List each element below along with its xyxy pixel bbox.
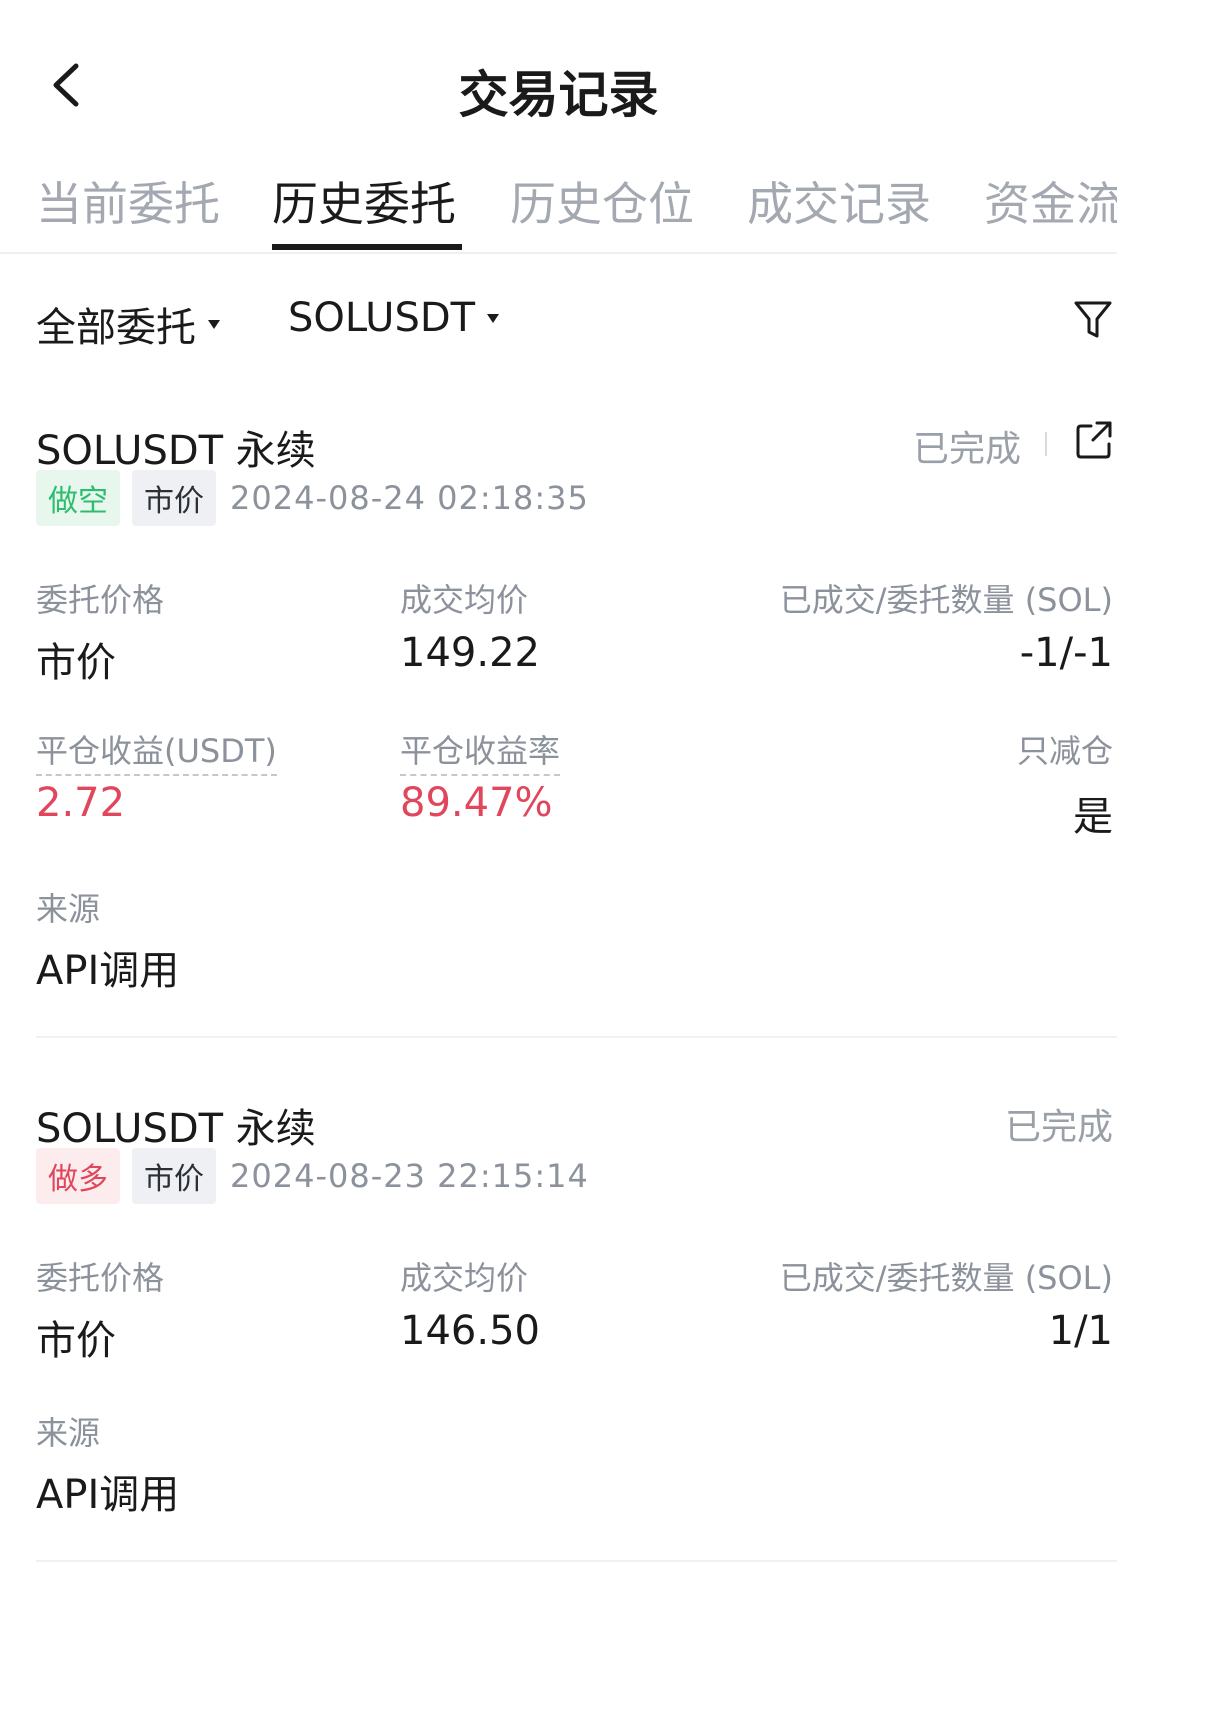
- symbol-filter[interactable]: SOLUSDT: [288, 295, 500, 341]
- filled-qty-label: 已成交/委托数量 (SOL): [779, 1259, 1113, 1297]
- side-badge: 做空: [36, 470, 120, 526]
- tab-bar: 当前委托 历史委托 历史仓位 成交记录 资金流: [0, 160, 1117, 254]
- order-time: 2024-08-24 02:18:35: [230, 479, 589, 517]
- card-divider: [36, 1036, 1117, 1038]
- filled-qty-value: -1/-1: [1019, 630, 1113, 676]
- avg-price-value: 149.22: [400, 630, 540, 676]
- app-header: 交易记录: [0, 0, 1117, 165]
- pnl-rate-value: 89.47%: [400, 780, 553, 826]
- page-title: 交易记录: [458, 66, 659, 124]
- order-symbol-title: SOLUSDT 永续: [36, 1106, 316, 1152]
- tab-funding-flow[interactable]: 资金流: [984, 168, 1117, 234]
- symbol-filter-label: SOLUSDT: [288, 295, 476, 341]
- source-value: API调用: [36, 948, 180, 994]
- order-status: 已完成: [912, 429, 1021, 470]
- order-type-badge: 市价: [132, 470, 216, 526]
- status-divider: [1045, 432, 1047, 456]
- reduce-only-label: 只减仓: [1016, 732, 1113, 770]
- tab-trade-history[interactable]: 成交记录: [747, 168, 931, 234]
- pnl-label[interactable]: 平仓收益(USDT): [36, 726, 277, 776]
- tab-order-history[interactable]: 历史委托: [272, 168, 456, 234]
- caret-down-icon: [487, 313, 500, 323]
- pnl-value: 2.72: [36, 780, 126, 826]
- pnl-rate-label[interactable]: 平仓收益率: [400, 726, 561, 776]
- card-divider: [36, 1560, 1117, 1562]
- price-label: 委托价格: [36, 1259, 165, 1297]
- avg-price-value: 146.50: [400, 1308, 540, 1354]
- order-type-badge: 市价: [132, 1148, 216, 1204]
- source-label: 来源: [36, 890, 101, 928]
- order-symbol-title: SOLUSDT 永续: [36, 428, 316, 474]
- share-icon[interactable]: [1075, 418, 1115, 460]
- source-label: 来源: [36, 1414, 101, 1452]
- order-card[interactable]: SOLUSDT 永续 已完成 做多 市价 2024-08-23 22:15:14…: [36, 1096, 1117, 1536]
- order-status: 已完成: [1004, 1107, 1113, 1148]
- side-badge: 做多: [36, 1148, 120, 1204]
- tab-current-orders[interactable]: 当前委托: [36, 168, 220, 234]
- order-card[interactable]: SOLUSDT 永续 已完成 做空 市价 2024-08-24 02:18:35…: [36, 418, 1117, 998]
- order-type-filter[interactable]: 全部委托: [36, 295, 220, 353]
- price-value: 市价: [36, 1318, 116, 1364]
- filter-funnel-icon[interactable]: [1073, 299, 1113, 341]
- source-value: API调用: [36, 1472, 180, 1518]
- active-tab-indicator: [272, 244, 462, 250]
- avg-price-label: 成交均价: [400, 1259, 529, 1297]
- order-tags: 做空 市价 2024-08-24 02:18:35: [36, 470, 589, 526]
- price-label: 委托价格: [36, 581, 165, 619]
- filled-qty-label: 已成交/委托数量 (SOL): [779, 581, 1113, 619]
- reduce-only-value: 是: [1073, 794, 1113, 840]
- tab-position-history[interactable]: 历史仓位: [510, 168, 694, 234]
- filter-bar: 全部委托 SOLUSDT: [0, 295, 1117, 355]
- price-value: 市价: [36, 640, 116, 686]
- order-time: 2024-08-23 22:15:14: [230, 1157, 589, 1195]
- order-tags: 做多 市价 2024-08-23 22:15:14: [36, 1148, 589, 1204]
- caret-down-icon: [208, 319, 220, 329]
- avg-price-label: 成交均价: [400, 581, 529, 619]
- order-type-filter-label: 全部委托: [36, 305, 196, 351]
- filled-qty-value: 1/1: [1048, 1308, 1113, 1354]
